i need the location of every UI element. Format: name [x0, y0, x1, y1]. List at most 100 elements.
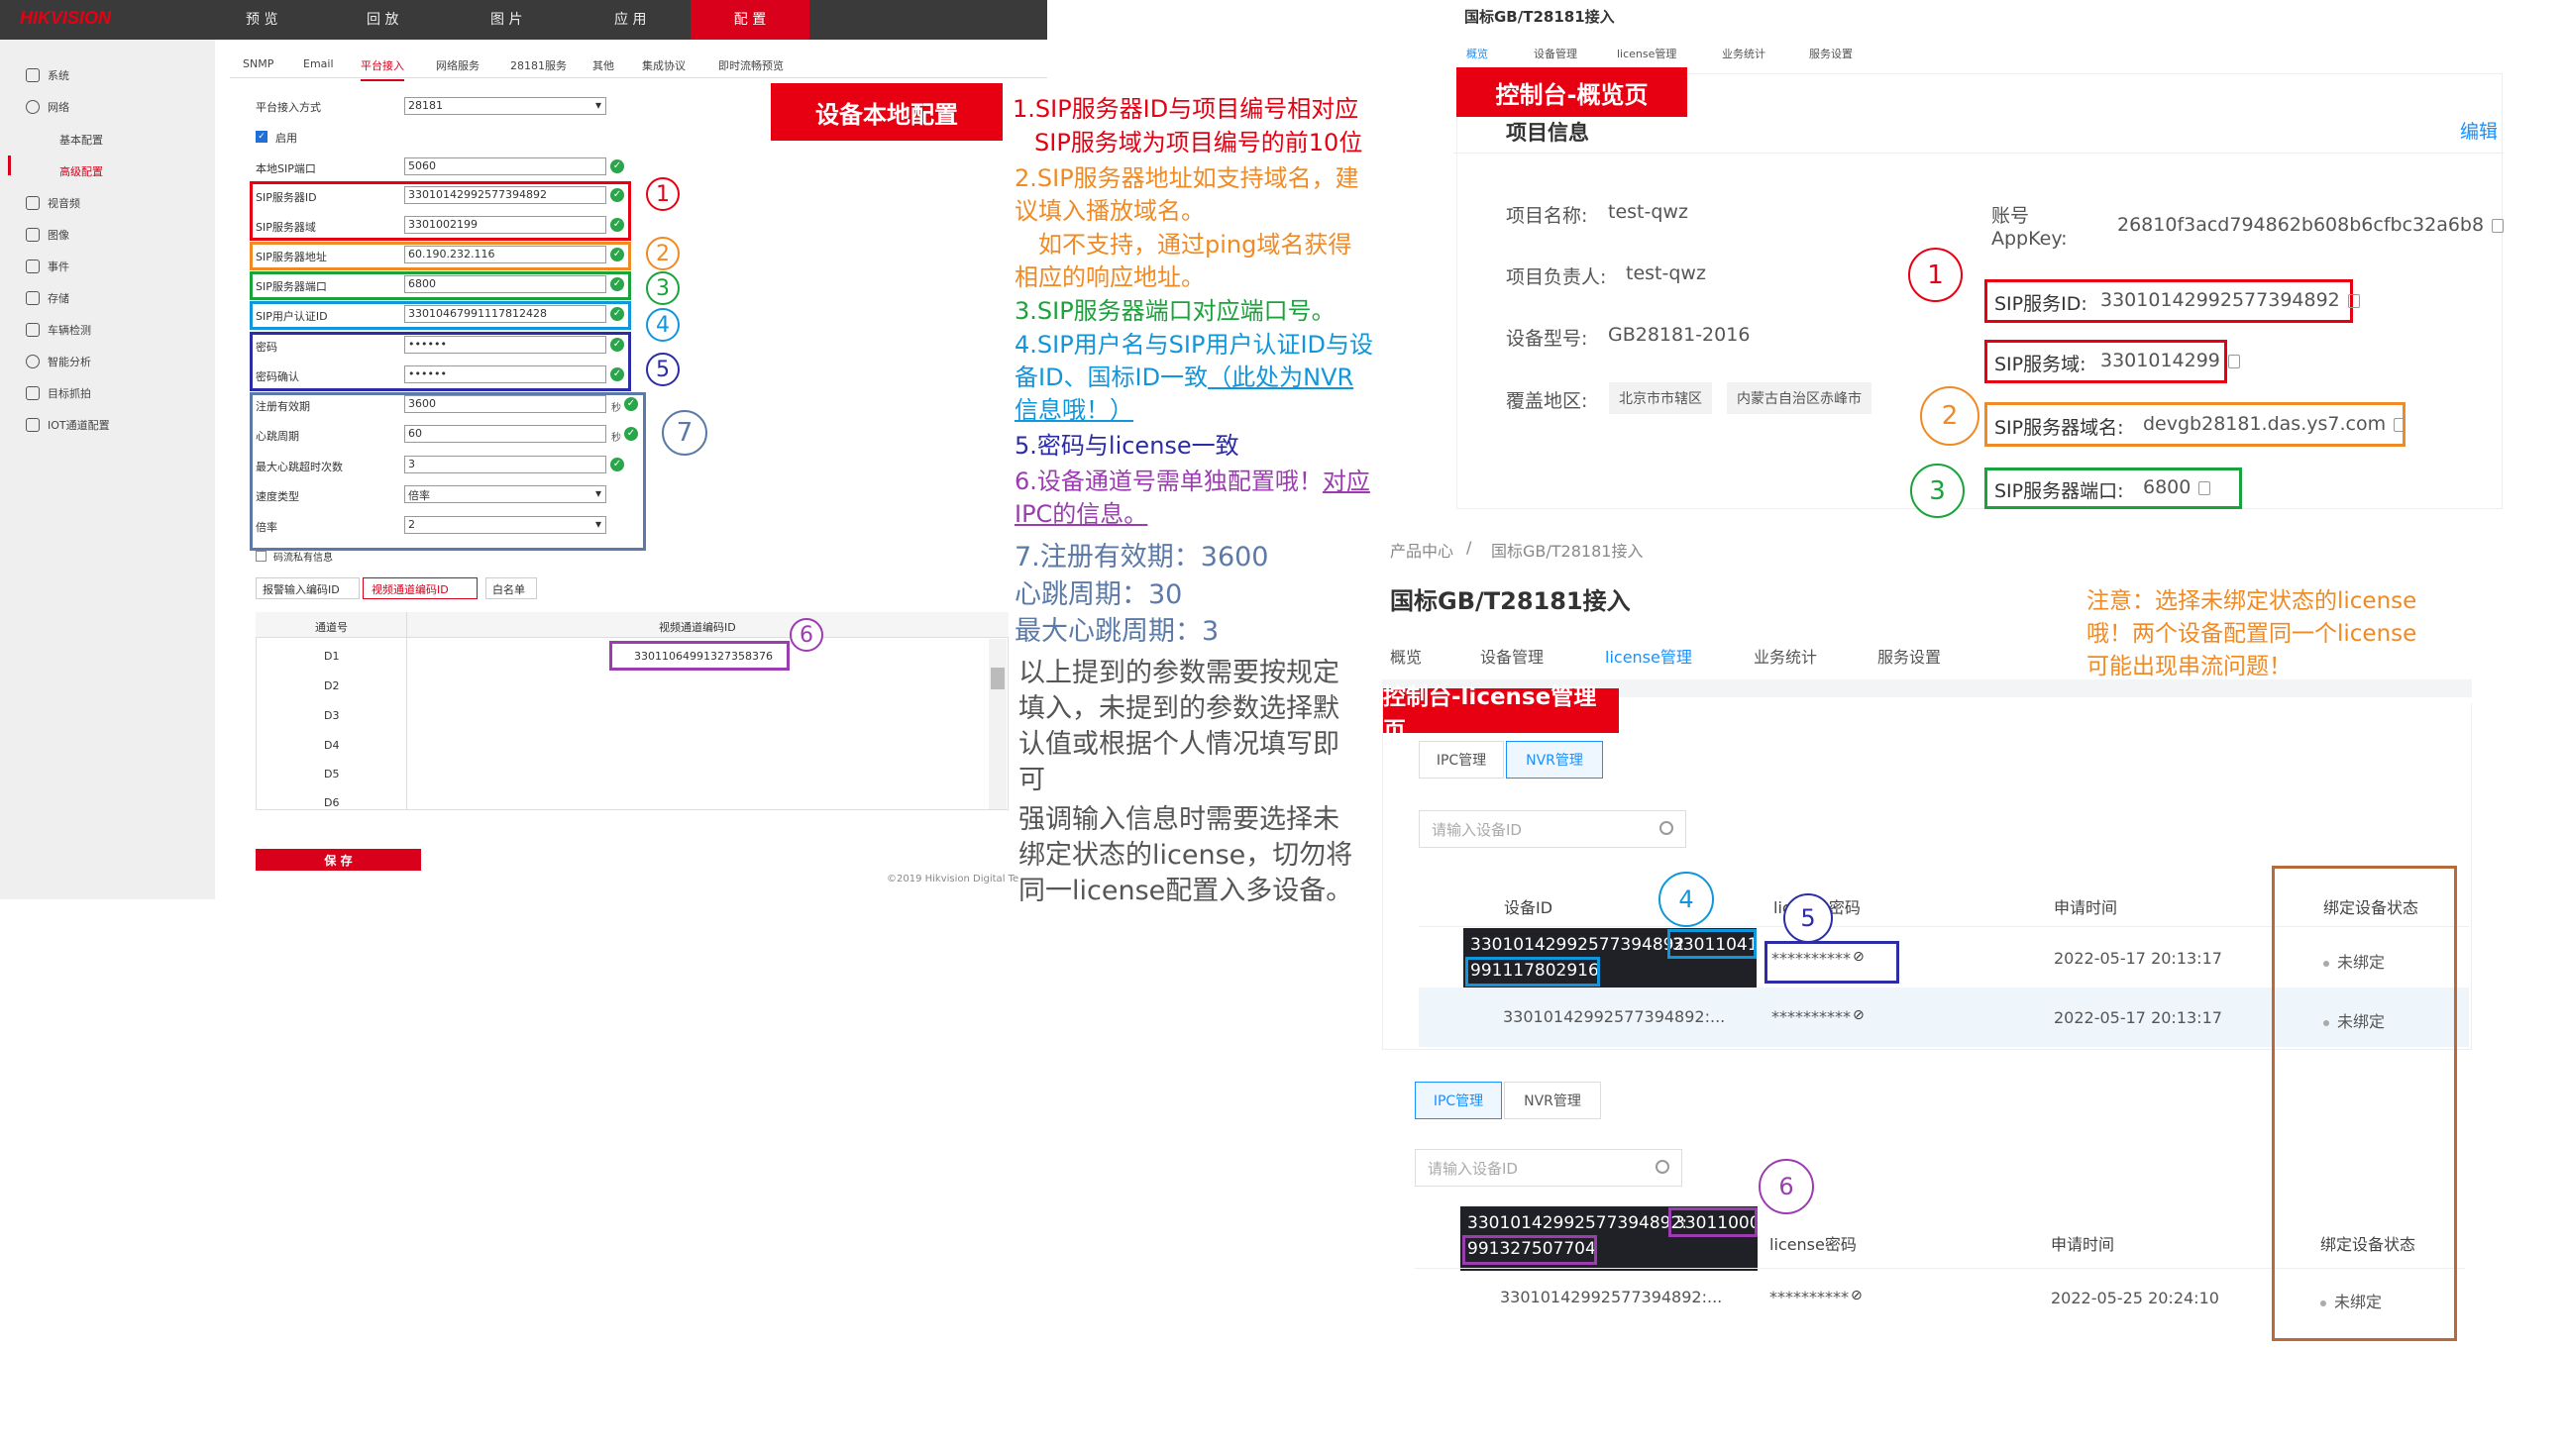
- box-lic-6b: [1462, 1235, 1597, 1265]
- appkey-label: AppKey:: [1991, 228, 2068, 250]
- subtab-whitelist[interactable]: 白名单: [485, 577, 537, 599]
- tab-28181[interactable]: 28181服务: [510, 57, 567, 73]
- sidebar-item-storage[interactable]: 存储: [26, 290, 69, 306]
- access-mode-select[interactable]: 28181: [404, 97, 606, 115]
- copy-icon[interactable]: [2492, 218, 2505, 233]
- nav-application[interactable]: 应 用: [614, 9, 646, 29]
- note-2c: 如不支持，通过ping域名获得: [1038, 231, 1352, 259]
- copy-icon[interactable]: [2394, 417, 2406, 432]
- car-icon: [26, 323, 40, 337]
- overview-tab-summary[interactable]: 概览: [1466, 46, 1488, 61]
- note-4d: 信息哦！）: [1015, 396, 1133, 424]
- seg-nvr-bottom[interactable]: NVR管理: [1504, 1082, 1601, 1119]
- tooltip-ipc-part-a: 33010142992577394892:: [1467, 1213, 1688, 1233]
- overview-tab-license[interactable]: license管理: [1617, 46, 1676, 61]
- sidebar-item-image[interactable]: 图像: [26, 227, 69, 243]
- copy-icon[interactable]: [2347, 293, 2360, 308]
- tab-protocol[interactable]: 集成协议: [642, 57, 686, 73]
- sidebar-item-system[interactable]: 系统: [26, 67, 69, 83]
- nvr-row2-pwd: **********: [1771, 1007, 1851, 1026]
- sidebar-item-vehicle[interactable]: 车辆检测: [26, 322, 91, 338]
- sidebar-item-video[interactable]: 视音频: [26, 195, 80, 211]
- copy-icon[interactable]: [2198, 480, 2211, 495]
- note-2a: 2.SIP服务器地址如支持域名，建: [1015, 164, 1359, 192]
- system-icon: [26, 68, 40, 82]
- marker-6: 6: [790, 618, 823, 652]
- lic-tab-service[interactable]: 服务设置: [1877, 644, 1941, 668]
- crumb-gb28181: 国标GB/T28181接入: [1491, 542, 1644, 561]
- tab-network-service[interactable]: 网络服务: [436, 57, 480, 73]
- hide-info-checkbox[interactable]: [256, 551, 267, 562]
- sip-server-port-label: SIP服务器端口:: [1994, 480, 2124, 502]
- lic-marker-6: 6: [1759, 1159, 1814, 1214]
- overview-tab-device[interactable]: 设备管理: [1534, 46, 1577, 61]
- col-channel-id: 视频通道编码ID: [659, 621, 736, 634]
- note-6c: IPC的信息。: [1015, 500, 1148, 528]
- nav-preview[interactable]: 预 览: [246, 9, 277, 29]
- lic-tab-device[interactable]: 设备管理: [1480, 644, 1544, 668]
- note-general-7: 同一license配置入多设备。: [1018, 876, 1353, 906]
- table-row: D3: [324, 709, 340, 722]
- note-general-3: 认值或根据个人情况填写即: [1018, 729, 1339, 760]
- eye-hidden-icon[interactable]: ⊘: [1851, 1288, 1863, 1303]
- seg-ipc-top[interactable]: IPC管理: [1419, 741, 1504, 779]
- note-4a: 4.SIP用户名与SIP用户认证ID与设: [1015, 331, 1374, 359]
- eye-hidden-icon[interactable]: ⊘: [1853, 1007, 1865, 1023]
- note-5: 5.密码与license一致: [1015, 432, 1239, 460]
- box-5: [250, 332, 631, 391]
- box-lic-4a: [1667, 929, 1757, 959]
- project-name-value: test-qwz: [1608, 201, 1688, 223]
- lic-tab-stats[interactable]: 业务统计: [1754, 644, 1817, 668]
- tab-snmp[interactable]: SNMP: [243, 57, 273, 70]
- table-row: D2: [324, 679, 340, 692]
- note-3: 3.SIP服务器端口对应端口号。: [1015, 297, 1336, 325]
- overview-tab-service[interactable]: 服务设置: [1809, 46, 1853, 61]
- marker-7: 7: [662, 410, 707, 456]
- crumb-product-center[interactable]: 产品中心: [1390, 538, 1453, 562]
- copy-icon[interactable]: [2227, 354, 2240, 368]
- tab-email[interactable]: Email: [303, 57, 334, 70]
- marker-2: 2: [646, 237, 680, 270]
- nav-config[interactable]: 配 置: [691, 0, 809, 40]
- seg-ipc-bottom[interactable]: IPC管理: [1415, 1082, 1502, 1119]
- sidebar-item-iot[interactable]: IOT通道配置: [26, 417, 110, 433]
- marker-3: 3: [646, 271, 680, 305]
- sip-service-id-label: SIP服务ID:: [1994, 293, 2087, 315]
- col-divider: [406, 612, 407, 810]
- subtab-alarm[interactable]: 报警输入编码ID: [256, 577, 360, 599]
- edit-link[interactable]: 编辑: [2460, 117, 2498, 144]
- hik-logo: HIKVISION: [20, 8, 112, 28]
- search-input-bottom[interactable]: 请输入设备ID: [1415, 1149, 1682, 1187]
- hide-info-label: 码流私有信息: [273, 553, 333, 564]
- lic-tab-license[interactable]: license管理: [1605, 644, 1692, 681]
- enable-checkbox[interactable]: ✓: [256, 131, 267, 143]
- sidebar-item-capture[interactable]: 目标抓拍: [26, 385, 91, 401]
- overview-tab-stats[interactable]: 业务统计: [1722, 46, 1765, 61]
- box-6: [609, 641, 790, 671]
- sidebar-item-network[interactable]: 网络: [26, 99, 69, 115]
- seg-nvr-top[interactable]: NVR管理: [1506, 741, 1603, 779]
- account-label: 账号: [1991, 205, 2030, 227]
- scrollbar-thumb[interactable]: [991, 668, 1005, 689]
- local-port-input[interactable]: 5060: [404, 157, 606, 175]
- tab-other[interactable]: 其他: [592, 57, 614, 73]
- search-icon: [1656, 1160, 1669, 1174]
- sip-server-port-value: 6800: [2143, 476, 2211, 498]
- sidebar-item-basic[interactable]: 基本配置: [59, 132, 103, 148]
- note-6: 6.设备通道号需单独配置哦！对应: [1015, 468, 1370, 495]
- subtab-video-channel[interactable]: 视频通道编码ID: [363, 577, 478, 599]
- tab-smooth-preview[interactable]: 即时流畅预览: [718, 57, 784, 73]
- nav-picture[interactable]: 图 片: [490, 9, 522, 29]
- search-input-top[interactable]: 请输入设备ID: [1419, 810, 1686, 848]
- access-mode-label: 平台接入方式: [256, 101, 321, 114]
- overview-header-title: 国标GB/T28181接入: [1464, 8, 1615, 26]
- box-status-column: [2272, 866, 2457, 1341]
- nav-playback[interactable]: 回 放: [367, 9, 398, 29]
- sidebar-item-event[interactable]: 事件: [26, 259, 69, 274]
- sidebar-item-advanced[interactable]: 高级配置: [59, 163, 103, 179]
- save-button[interactable]: 保 存: [256, 849, 421, 871]
- area-tag-chifeng: 内蒙古自治区赤峰市: [1727, 382, 1871, 414]
- lic-tab-summary[interactable]: 概览: [1390, 644, 1422, 668]
- sidebar-item-analysis[interactable]: 智能分析: [26, 354, 91, 369]
- table-scrollbar[interactable]: [989, 639, 1007, 809]
